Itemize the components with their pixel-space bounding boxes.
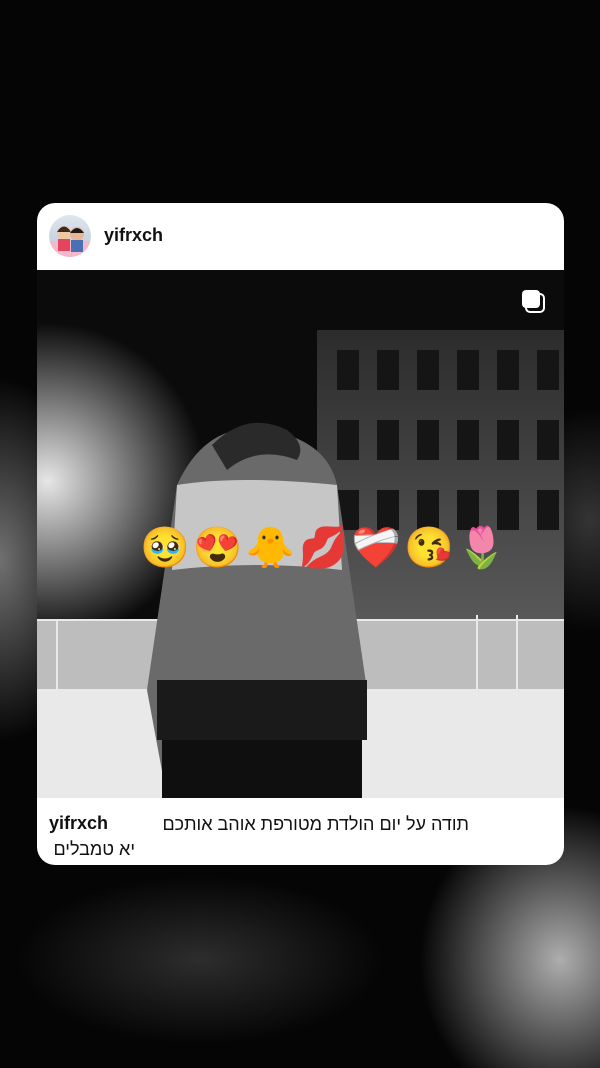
caption-text-line-2: יא טמבלים	[53, 839, 135, 859]
emoji-tulip: 🌷	[456, 526, 507, 570]
username[interactable]: yifrxch	[104, 225, 163, 246]
multiple-posts-icon	[522, 290, 545, 313]
emoji-kiss-mark: 💋	[298, 526, 349, 570]
emoji-heart-eyes: 😍	[192, 526, 243, 570]
emoji-blowing-kiss: 😘	[404, 526, 454, 570]
emoji-mending-heart: ❤️‍🩹	[351, 526, 402, 570]
emoji-chick: 🐥	[245, 526, 296, 570]
avatar-illustration	[49, 226, 91, 257]
profile-avatar[interactable]	[49, 215, 91, 257]
post-header: yifrxch	[37, 203, 564, 270]
post-photo[interactable]: 🥹 😍 🐥 💋 ❤️‍🩹 😘 🌷	[37, 270, 564, 798]
caption-text-line-1: תודה על יום הולדת מטורפת אוהב אותכם	[162, 814, 469, 834]
emoji-pleading: 🥹	[140, 526, 190, 570]
shared-post-card[interactable]: yifrxch	[37, 203, 564, 865]
caption-username[interactable]: yifrxch	[49, 813, 108, 834]
post-caption: yifrxch תודה על יום הולדת מטורפת אוהב או…	[37, 798, 564, 865]
emoji-sticker[interactable]: 🥹 😍 🐥 💋 ❤️‍🩹 😘 🌷	[140, 524, 507, 572]
